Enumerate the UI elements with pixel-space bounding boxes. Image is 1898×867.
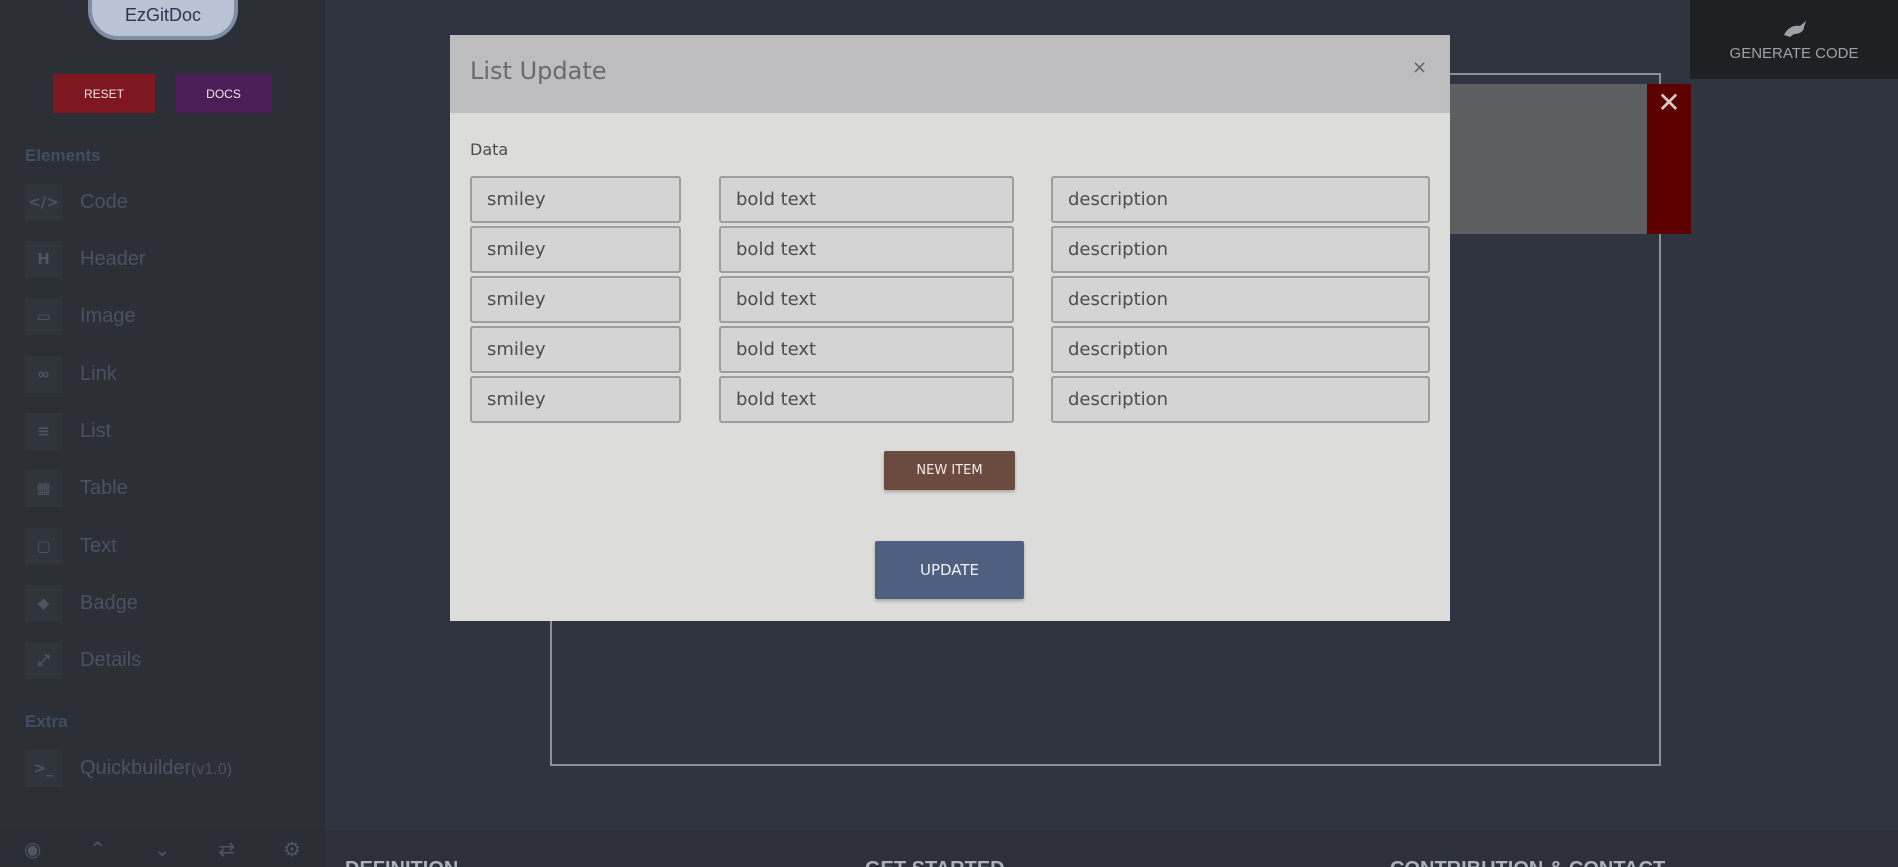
sidebar-item-label: Code (80, 190, 128, 213)
sidebar-item-code[interactable]: </> Code (25, 182, 305, 222)
logo-text: EzGitDoc (124, 5, 202, 25)
sidebar-item-label: Quickbuilder(v1.0) (80, 757, 232, 780)
sidebar-item-label: List (80, 419, 112, 442)
chevrons-up-icon[interactable]: ⌃ (89, 837, 106, 861)
reset-button[interactable]: RESET (53, 74, 155, 113)
modal-header: List Update × (450, 35, 1450, 113)
sidebar-item-list[interactable]: ≡ List (25, 411, 305, 451)
get-started-link[interactable]: GET STARTED (865, 858, 1005, 867)
extra-section-title: Extra (25, 712, 68, 731)
elements-section-title: Elements (25, 146, 101, 165)
sidebar-bottom-toolbar: ◉ ⌃ ⌄ ⇄ ⚙ (0, 830, 325, 867)
list-update-modal: List Update × Data smiley bold text desc… (450, 35, 1450, 621)
sidebar-item-quickbuilder[interactable]: >_ Quickbuilder(v1.0) (25, 748, 305, 788)
sidebar-item-table[interactable]: ▦ Table (25, 468, 305, 508)
generate-code-label: GENERATE CODE (1729, 45, 1859, 62)
image-icon: ▭ (25, 297, 62, 335)
exchange-icon[interactable]: ⇄ (218, 837, 235, 861)
table-icon: ▦ (25, 469, 62, 507)
description-field[interactable]: description (1051, 176, 1430, 223)
sidebar-item-badge[interactable]: ◆ Badge (25, 583, 305, 623)
close-icon: ✕ (1657, 86, 1681, 119)
sidebar-item-label: Badge (80, 591, 138, 614)
bold-text-field[interactable]: bold text (719, 226, 1014, 273)
smiley-field[interactable]: smiley (470, 376, 681, 423)
data-label: Data (470, 140, 509, 159)
docs-button[interactable]: DOCS (175, 74, 272, 113)
terminal-icon: >_ (25, 749, 62, 787)
new-item-button[interactable]: NEW ITEM (884, 451, 1015, 490)
bold-text-field[interactable]: bold text (719, 326, 1014, 373)
definition-link[interactable]: DEFINITION (345, 858, 458, 867)
sidebar: EzGitDoc RESET DOCS Elements </> Code H … (0, 0, 325, 867)
bold-text-field[interactable]: bold text (719, 176, 1014, 223)
link-icon: ∞ (25, 355, 62, 393)
sidebar-item-label: Details (80, 648, 142, 671)
gear-icon[interactable]: ⚙ (283, 837, 301, 861)
modal-title: List Update (470, 57, 607, 85)
dragon-icon (1784, 21, 1806, 37)
quickbuilder-label: Quickbuilder (80, 756, 192, 779)
code-icon: </> (25, 183, 62, 221)
app-logo[interactable]: EzGitDoc (88, 0, 238, 40)
header-icon: H (25, 240, 62, 278)
description-field[interactable]: description (1051, 276, 1430, 323)
sidebar-item-image[interactable]: ▭ Image (25, 296, 305, 336)
smiley-field[interactable]: smiley (470, 326, 681, 373)
smiley-field[interactable]: smiley (470, 226, 681, 273)
tag-icon: ◆ (25, 584, 62, 622)
sidebar-item-label: Image (80, 304, 136, 327)
expand-icon: ⤢ (25, 641, 62, 679)
chevrons-down-icon[interactable]: ⌄ (154, 837, 171, 861)
smiley-field[interactable]: smiley (470, 276, 681, 323)
description-field[interactable]: description (1051, 226, 1430, 273)
sidebar-item-details[interactable]: ⤢ Details (25, 640, 305, 680)
selected-element-block[interactable] (1450, 84, 1647, 234)
sidebar-item-label: Text (80, 534, 117, 557)
update-button[interactable]: UPDATE (875, 541, 1024, 599)
remove-element-button[interactable]: ✕ (1647, 84, 1691, 234)
sidebar-item-text[interactable]: ▢ Text (25, 526, 305, 566)
list-icon: ≡ (25, 412, 62, 450)
contribution-link[interactable]: CONTRIBUTION & CONTACT (1390, 858, 1665, 867)
sidebar-item-label: Link (80, 362, 117, 385)
sidebar-item-link[interactable]: ∞ Link (25, 354, 305, 394)
bold-text-field[interactable]: bold text (719, 376, 1014, 423)
bold-text-field[interactable]: bold text (719, 276, 1014, 323)
description-field[interactable]: description (1051, 376, 1430, 423)
sidebar-item-label: Table (80, 476, 128, 499)
sidebar-item-label: Header (80, 247, 146, 270)
text-icon: ▢ (25, 527, 62, 565)
description-field[interactable]: description (1051, 326, 1430, 373)
generate-code-button[interactable]: GENERATE CODE (1690, 0, 1898, 79)
quickbuilder-version: (v1.0) (191, 760, 233, 778)
smiley-field[interactable]: smiley (470, 176, 681, 223)
modal-close-button[interactable]: × (1412, 57, 1427, 78)
eye-icon[interactable]: ◉ (24, 837, 41, 861)
sidebar-item-header[interactable]: H Header (25, 239, 305, 279)
